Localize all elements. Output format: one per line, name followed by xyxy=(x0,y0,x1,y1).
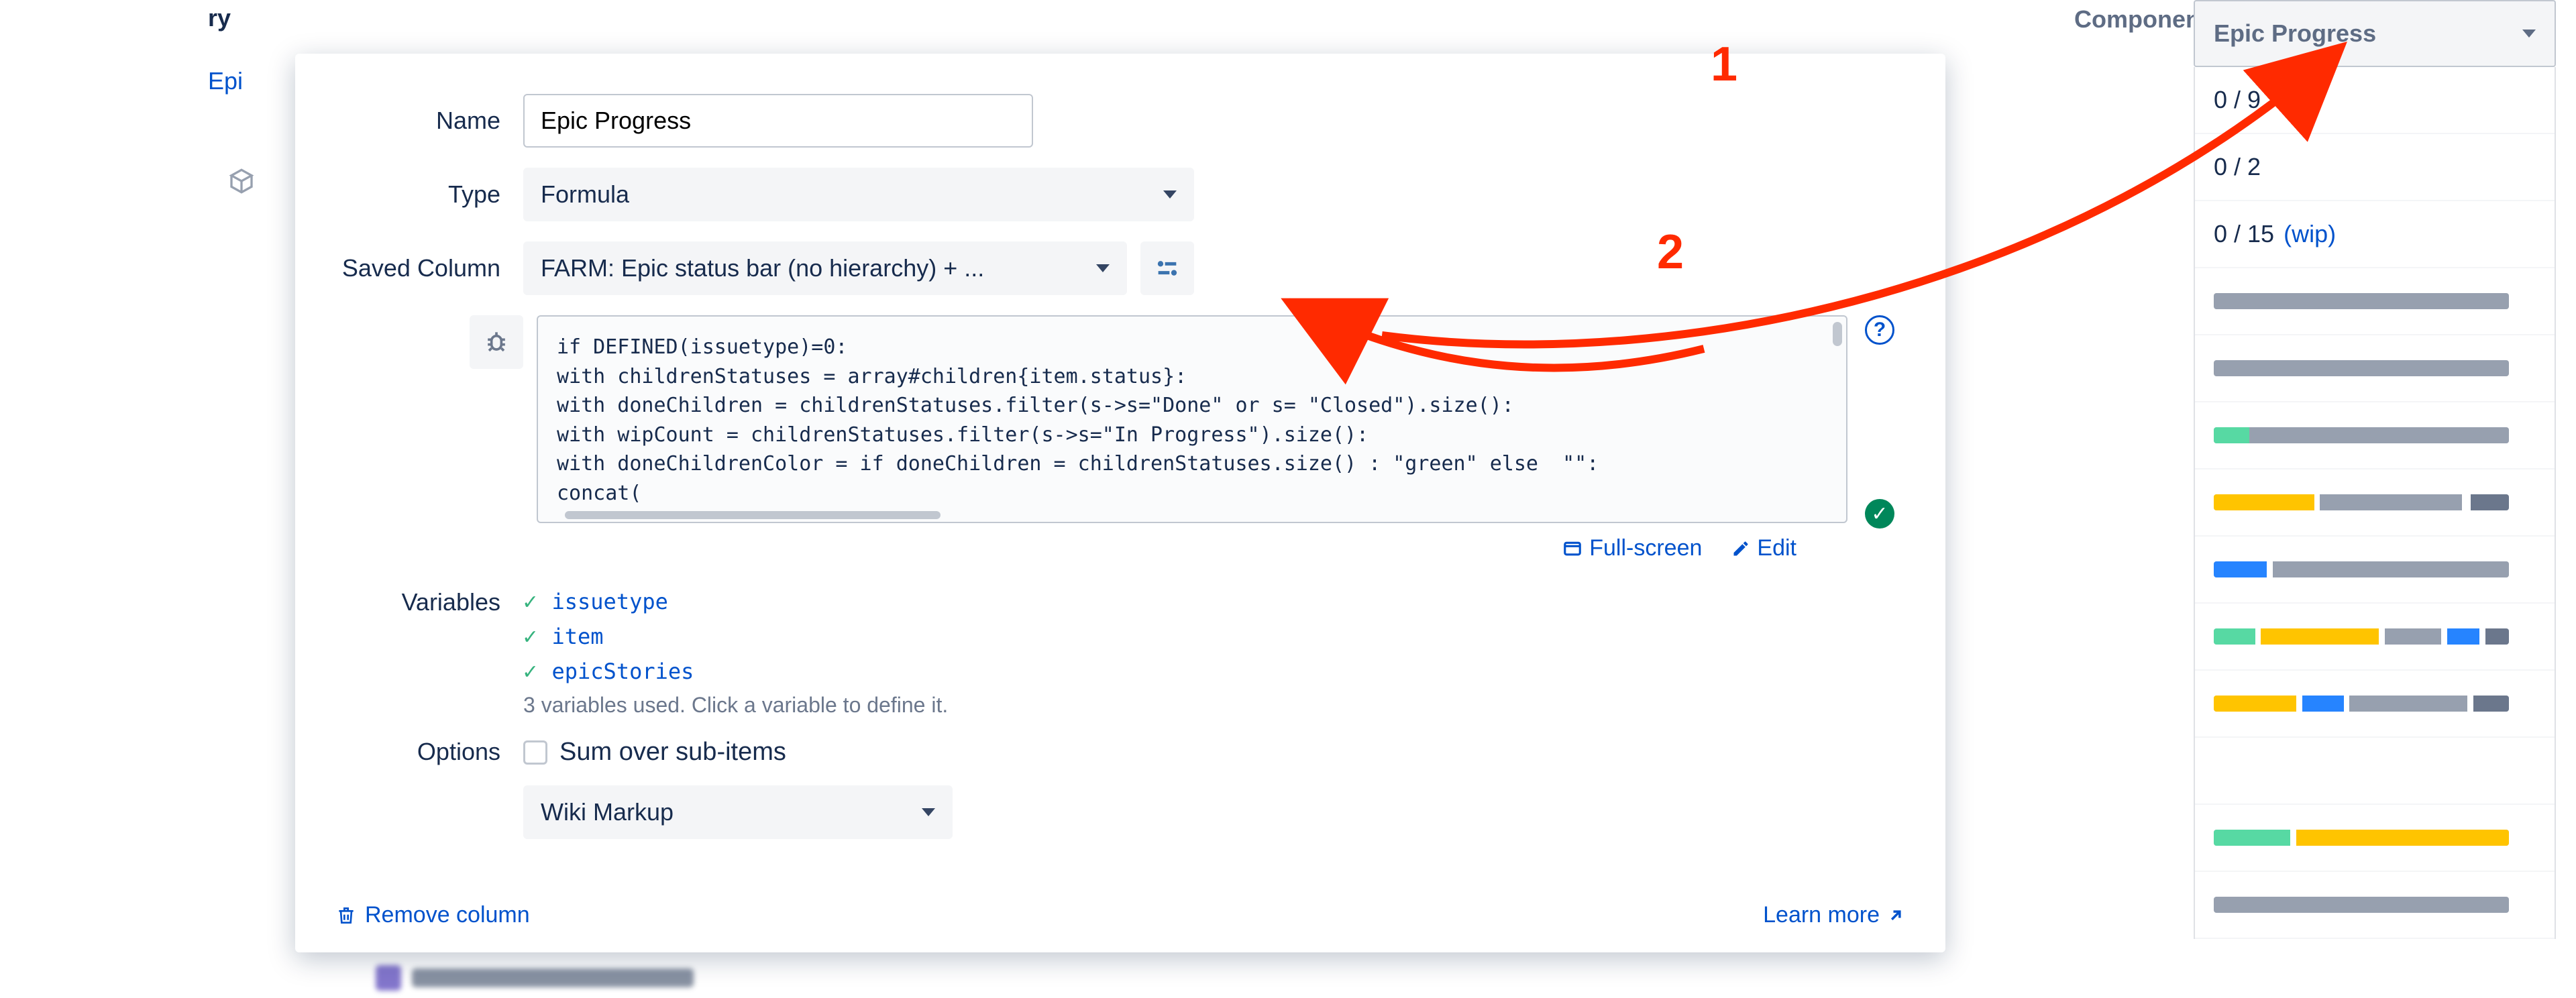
epic-progress-cell xyxy=(2195,872,2555,939)
learn-more-link[interactable]: Learn more xyxy=(1763,902,1905,928)
edit-link[interactable]: Edit xyxy=(1731,535,1796,561)
edit-label: Edit xyxy=(1757,535,1796,561)
epic-progress-cell xyxy=(2195,738,2555,805)
variables-note: 3 variables used. Click a variable to de… xyxy=(523,693,1898,718)
progress-bar xyxy=(2214,628,2509,645)
column-header-epic-progress[interactable]: Epic Progress xyxy=(2194,0,2556,67)
check-icon: ✓ xyxy=(523,623,537,650)
progress-bar xyxy=(2214,696,2509,712)
sliders-icon xyxy=(1154,255,1181,282)
sum-over-subitems-label: Sum over sub-items xyxy=(559,738,786,767)
column-config-panel: Name Type Formula Saved Column FARM: Epi… xyxy=(295,54,1945,952)
epic-progress-column: 0 / 90 / 20 / 15(wip) xyxy=(2194,67,2556,939)
epic-progress-cell xyxy=(2195,469,2555,537)
wip-badge: (wip) xyxy=(2284,220,2336,248)
check-icon: ✓ xyxy=(523,658,537,685)
progress-bar xyxy=(2214,494,2509,510)
variable-item[interactable]: ✓ issuetype xyxy=(523,588,1898,615)
trash-icon xyxy=(335,905,357,926)
progress-bar xyxy=(2214,897,2509,913)
epic-progress-cell xyxy=(2195,335,2555,402)
epic-progress-cell xyxy=(2195,402,2555,469)
tree-node-epic-fragment[interactable]: Epi xyxy=(208,67,243,95)
name-input[interactable] xyxy=(523,94,1033,148)
arrow-top-right-icon xyxy=(1886,906,1905,925)
header-fragment-left: ry xyxy=(208,4,231,32)
check-icon: ✓ xyxy=(523,588,537,615)
check-circle-icon: ✓ xyxy=(1865,499,1894,529)
type-select[interactable]: Formula xyxy=(523,168,1194,221)
epic-progress-cell: 0 / 9 xyxy=(2195,67,2555,134)
fullscreen-icon xyxy=(1562,539,1582,559)
type-select-value: Formula xyxy=(541,180,629,209)
formula-editor[interactable]: if DEFINED(issuetype)=0: with childrenSt… xyxy=(537,315,1847,523)
label-saved-column: Saved Column xyxy=(335,254,523,282)
variable-name: issuetype xyxy=(551,589,667,614)
pencil-icon xyxy=(1731,539,1750,558)
label-type: Type xyxy=(335,180,523,209)
format-select[interactable]: Wiki Markup xyxy=(523,785,953,839)
help-icon[interactable]: ? xyxy=(1865,315,1894,345)
column-header-label: Epic Progress xyxy=(2214,19,2376,48)
progress-bar xyxy=(2214,561,2509,577)
epic-progress-cell xyxy=(2195,604,2555,671)
label-options: Options xyxy=(335,738,523,766)
formula-debug-button[interactable] xyxy=(470,315,523,369)
epic-progress-cell xyxy=(2195,671,2555,738)
bug-icon xyxy=(482,327,511,357)
epic-progress-cell: 0 / 15(wip) xyxy=(2195,201,2555,268)
remove-column-label: Remove column xyxy=(365,902,530,928)
chevron-down-icon xyxy=(1163,190,1177,199)
epic-progress-cell xyxy=(2195,805,2555,872)
remove-column-link[interactable]: Remove column xyxy=(335,902,530,928)
fullscreen-label: Full-screen xyxy=(1589,535,1702,561)
epic-progress-cell xyxy=(2195,268,2555,335)
learn-more-label: Learn more xyxy=(1763,902,1880,928)
cube-icon xyxy=(228,168,255,201)
saved-column-select[interactable]: FARM: Epic status bar (no hierarchy) + .… xyxy=(523,241,1127,295)
progress-bar xyxy=(2214,293,2509,309)
scrollbar-horizontal[interactable] xyxy=(565,511,941,519)
chevron-down-icon xyxy=(2522,30,2536,38)
progress-bar xyxy=(2214,360,2509,376)
epic-progress-cell: 0 / 2 xyxy=(2195,134,2555,201)
label-name: Name xyxy=(335,107,523,135)
label-variables: Variables xyxy=(335,588,523,616)
variable-name: epicStories xyxy=(551,659,694,684)
chevron-down-icon xyxy=(922,808,935,816)
variable-item[interactable]: ✓ item xyxy=(523,623,1898,650)
variable-item[interactable]: ✓ epicStories xyxy=(523,658,1898,685)
column-header-components-fragment[interactable]: Componen xyxy=(2074,5,2200,34)
epic-progress-cell xyxy=(2195,537,2555,604)
format-select-value: Wiki Markup xyxy=(541,798,674,826)
blurred-tree-row xyxy=(376,964,751,991)
variable-name: item xyxy=(551,624,603,649)
saved-column-value: FARM: Epic status bar (no hierarchy) + .… xyxy=(541,254,984,282)
sum-over-subitems-checkbox[interactable] xyxy=(523,740,547,765)
progress-bar xyxy=(2214,427,2509,443)
scrollbar-vertical[interactable] xyxy=(1833,322,1842,346)
fullscreen-link[interactable]: Full-screen xyxy=(1562,535,1702,561)
saved-column-options-button[interactable] xyxy=(1140,241,1194,295)
progress-bar xyxy=(2214,830,2509,846)
chevron-down-icon xyxy=(1096,264,1110,272)
